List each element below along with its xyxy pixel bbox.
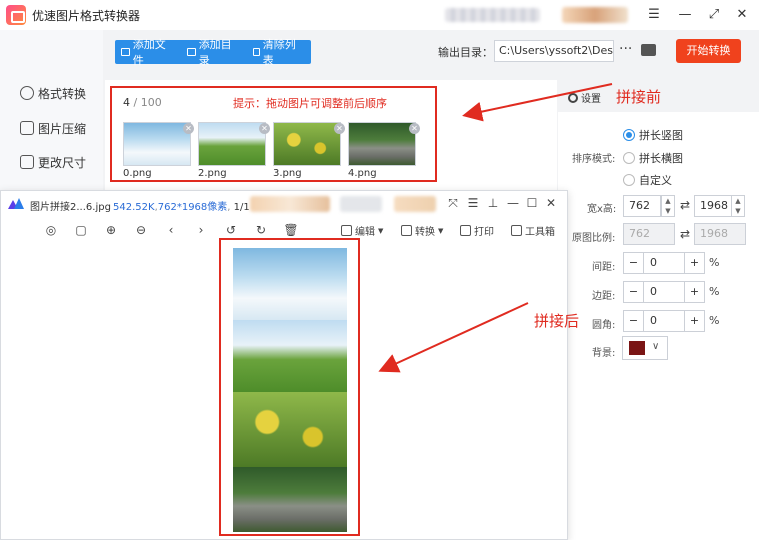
arrow-before xyxy=(462,83,613,122)
arrow-after xyxy=(378,302,529,373)
annotation-arrows xyxy=(378,83,613,373)
